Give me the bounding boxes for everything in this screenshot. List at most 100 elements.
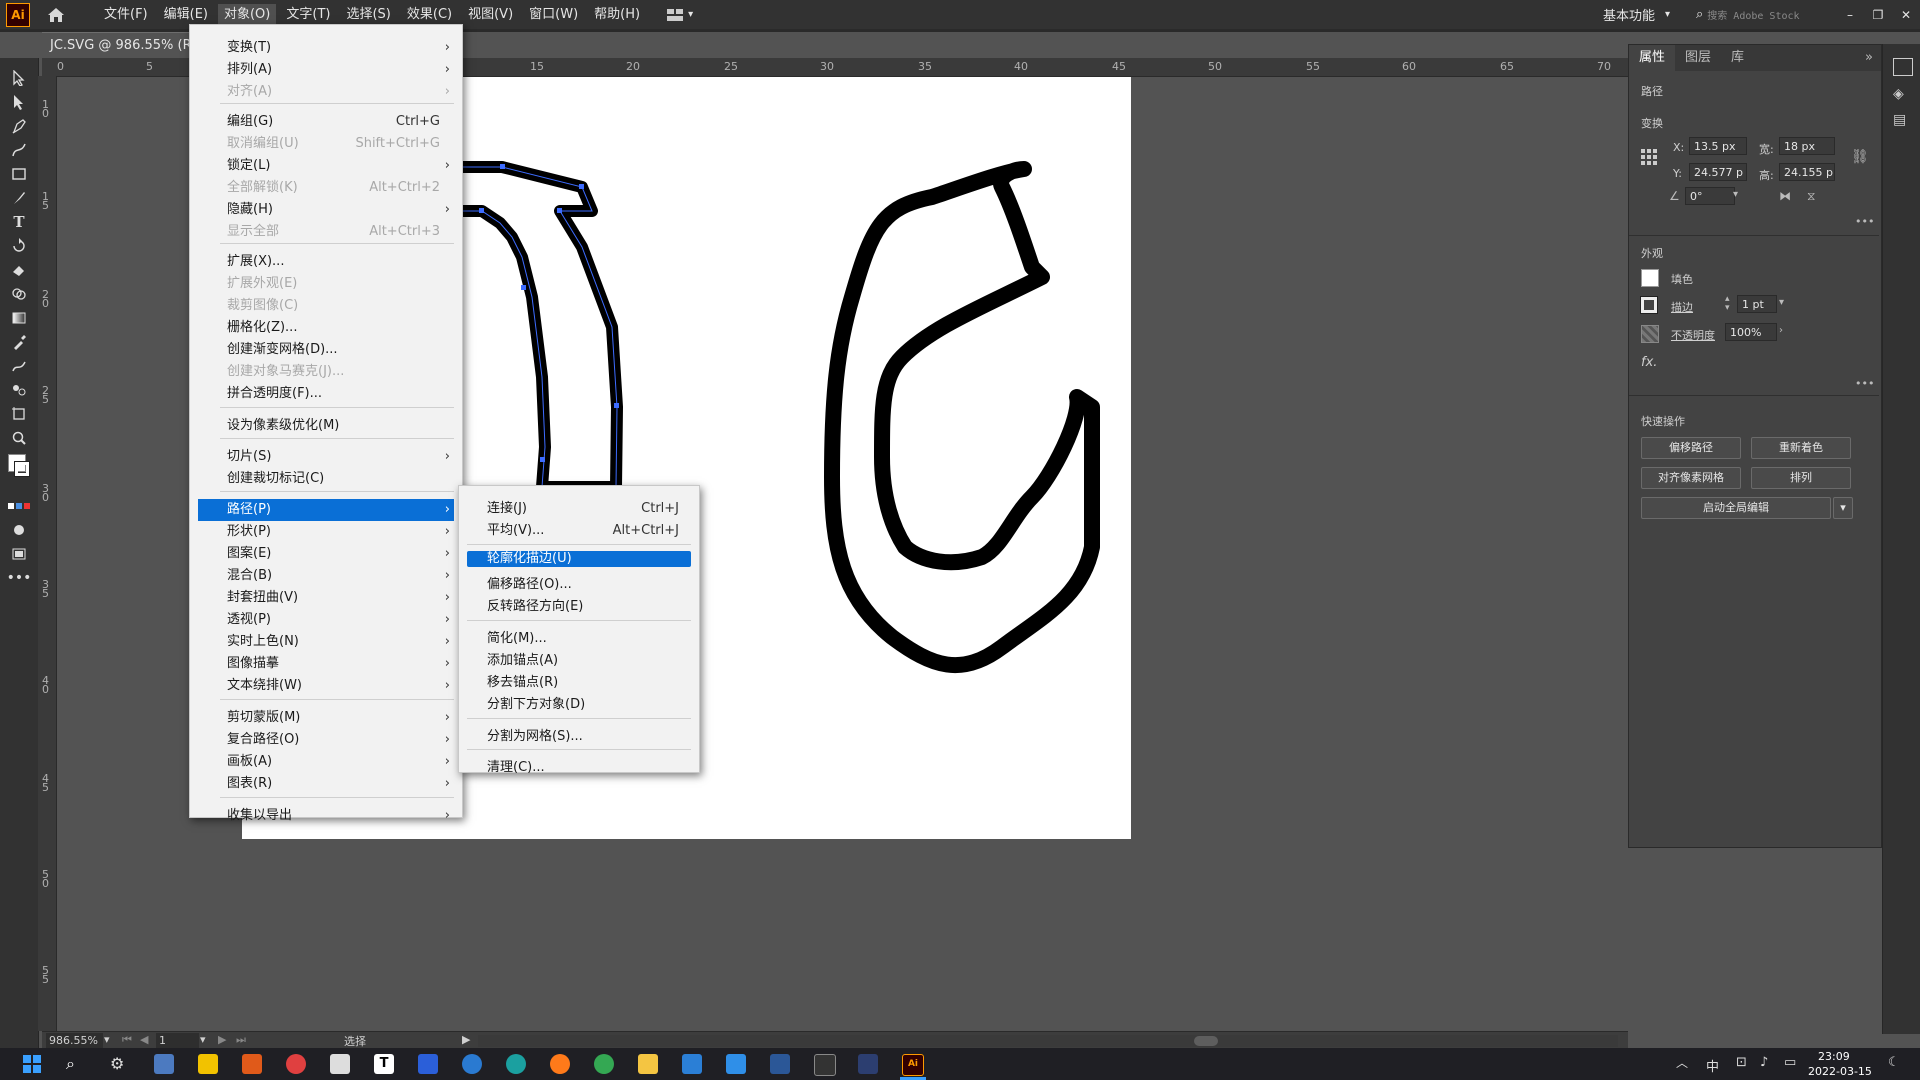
- stroke-stepper-icon[interactable]: ▴ ▾: [1725, 295, 1730, 313]
- menu-type[interactable]: 文字(T): [280, 4, 336, 26]
- fill-stroke-swatch[interactable]: [0, 450, 38, 494]
- app-icon[interactable]: [154, 1054, 174, 1074]
- notification-icon[interactable]: ☾: [1888, 1055, 1900, 1070]
- next-artboard-icon[interactable]: ▶: [218, 1033, 226, 1046]
- minimize-button[interactable]: –: [1836, 8, 1864, 22]
- eyedropper-tool-icon[interactable]: [0, 330, 38, 354]
- vscode-icon[interactable]: [726, 1054, 746, 1074]
- search-input[interactable]: 搜索 Adobe Stock: [1707, 7, 1799, 22]
- object-menu-item[interactable]: 扩展(X)...: [190, 251, 462, 273]
- illustrator-taskbar-icon[interactable]: Ai: [902, 1054, 924, 1076]
- scrollbar-thumb[interactable]: [1194, 1036, 1218, 1046]
- app-icon[interactable]: [242, 1054, 262, 1074]
- start-global-edit-button[interactable]: 启动全局编辑: [1641, 497, 1831, 519]
- chevron-down-icon[interactable]: ▾: [1779, 297, 1784, 308]
- curvature-tool-icon[interactable]: [0, 138, 38, 162]
- color-mode-icon[interactable]: [0, 494, 38, 518]
- object-menu-item[interactable]: 透视(P) ›: [190, 609, 462, 631]
- object-menu-item[interactable]: 图表(R) ›: [190, 773, 462, 795]
- menu-help[interactable]: 帮助(H): [588, 4, 646, 26]
- pen-tool-icon[interactable]: [0, 114, 38, 138]
- more-options-icon[interactable]: •••: [1855, 377, 1874, 390]
- flip-horizontal-icon[interactable]: ⧓: [1779, 189, 1791, 203]
- object-menu-item[interactable]: 实时上色(N) ›: [190, 631, 462, 653]
- object-menu-item[interactable]: 创建渐变网格(D)...: [190, 339, 462, 361]
- chevron-down-icon[interactable]: ▾: [1733, 189, 1738, 200]
- opacity-field[interactable]: 100%: [1725, 323, 1777, 341]
- clock-date[interactable]: 2022-03-15: [1808, 1065, 1872, 1078]
- reference-point-icon[interactable]: [1641, 149, 1657, 165]
- tab-properties[interactable]: 属性: [1629, 45, 1676, 71]
- layers-panel-icon[interactable]: ◈: [1893, 86, 1904, 102]
- search-icon[interactable]: ⌕: [66, 1054, 86, 1074]
- path-submenu-item[interactable]: 平均(V)... Alt+Ctrl+J: [459, 520, 699, 542]
- object-menu-item[interactable]: 图案(E) ›: [190, 543, 462, 565]
- rectangle-tool-icon[interactable]: [0, 162, 38, 186]
- global-edit-options-button[interactable]: ▾: [1833, 497, 1853, 519]
- network-icon[interactable]: ⊡: [1736, 1055, 1747, 1070]
- powershell-icon[interactable]: [858, 1054, 878, 1074]
- object-menu-item[interactable]: 拼合透明度(F)...: [190, 383, 462, 405]
- word-app-icon[interactable]: [770, 1054, 790, 1074]
- object-menu-item[interactable]: 设为像素级优化(M): [190, 415, 462, 437]
- flip-vertical-icon[interactable]: ⧖: [1807, 189, 1815, 204]
- workspace-switcher[interactable]: 基本功能 ▾: [1603, 5, 1670, 24]
- tab-libraries[interactable]: 库: [1721, 45, 1754, 71]
- artboard-number-field[interactable]: 1: [156, 1033, 199, 1048]
- more-tools-icon[interactable]: •••: [0, 566, 38, 590]
- align-pixel-grid-button[interactable]: 对齐像素网格: [1641, 467, 1741, 489]
- ime-indicator[interactable]: 中: [1706, 1056, 1719, 1075]
- object-menu-item[interactable]: 切片(S) ›: [190, 446, 462, 468]
- object-menu-item[interactable]: 混合(B) ›: [190, 565, 462, 587]
- document-tab[interactable]: JC.SVG @ 986.55% (RG: [42, 32, 200, 59]
- first-artboard-icon[interactable]: ⏮: [122, 1033, 132, 1047]
- rotate-tool-icon[interactable]: [0, 234, 38, 258]
- y-field[interactable]: 24.577 p: [1689, 163, 1747, 181]
- menu-select[interactable]: 选择(S): [340, 4, 396, 26]
- windows-start-icon[interactable]: [22, 1054, 42, 1074]
- app-icon[interactable]: [418, 1054, 438, 1074]
- mail-app-icon[interactable]: [682, 1054, 702, 1074]
- eraser-tool-icon[interactable]: [0, 258, 38, 282]
- artboard-tool-icon[interactable]: [0, 402, 38, 426]
- object-menu-item[interactable]: 收集以导出 ›: [190, 805, 462, 827]
- constrain-proportions-icon[interactable]: ⛓: [1851, 149, 1869, 165]
- app-icon[interactable]: [330, 1054, 350, 1074]
- shape-builder-tool-icon[interactable]: [0, 282, 38, 306]
- menu-file[interactable]: 文件(F): [98, 4, 154, 26]
- stroke-label[interactable]: 描边: [1671, 299, 1693, 315]
- object-menu-item[interactable]: 创建裁切标记(C): [190, 468, 462, 490]
- properties-panel-icon[interactable]: [1893, 58, 1913, 76]
- selection-tool-icon[interactable]: [0, 66, 38, 90]
- path-submenu-item[interactable]: 简化(M)...: [459, 628, 699, 650]
- restore-button[interactable]: ❐: [1864, 8, 1892, 22]
- stock-search[interactable]: ⌕ 搜索 Adobe Stock: [1696, 5, 1826, 25]
- path-submenu-item[interactable]: 连接(J) Ctrl+J: [459, 498, 699, 520]
- path-submenu-item[interactable]: 轮廓化描边(U): [467, 551, 691, 567]
- chevron-down-icon[interactable]: ▾: [200, 1033, 206, 1046]
- edge-browser-icon[interactable]: [506, 1054, 526, 1074]
- collapse-panel-icon[interactable]: »: [1865, 45, 1881, 71]
- menu-object[interactable]: 对象(O): [217, 3, 277, 26]
- arrange-documents-icon[interactable]: ▾: [666, 8, 693, 22]
- file-explorer-icon[interactable]: [638, 1054, 658, 1074]
- app-icon[interactable]: [462, 1054, 482, 1074]
- last-artboard-icon[interactable]: ⏭: [236, 1033, 246, 1047]
- object-menu-item[interactable]: 形状(P) ›: [190, 521, 462, 543]
- more-options-icon[interactable]: •••: [1855, 215, 1874, 228]
- path-submenu-item[interactable]: 添加锚点(A): [459, 650, 699, 672]
- libraries-panel-icon[interactable]: ▤: [1893, 112, 1906, 128]
- effects-button[interactable]: fx.: [1641, 355, 1657, 370]
- path-submenu-item[interactable]: 偏移路径(O)...: [459, 574, 699, 596]
- path-submenu-item[interactable]: 反转路径方向(E): [459, 596, 699, 618]
- firefox-browser-icon[interactable]: [550, 1054, 570, 1074]
- puppet-warp-tool-icon[interactable]: [0, 354, 38, 378]
- object-menu-item[interactable]: 隐藏(H) ›: [190, 199, 462, 221]
- path-submenu-item[interactable]: 清理(C)...: [459, 757, 699, 779]
- opacity-label[interactable]: 不透明度: [1671, 327, 1715, 343]
- tab-layers[interactable]: 图层: [1675, 45, 1721, 71]
- object-menu-item[interactable]: 路径(P) ›: [198, 499, 454, 521]
- object-menu-item[interactable]: 变换(T) ›: [190, 37, 462, 59]
- zoom-tool-icon[interactable]: [0, 426, 38, 450]
- clock-time[interactable]: 23:09: [1818, 1050, 1850, 1063]
